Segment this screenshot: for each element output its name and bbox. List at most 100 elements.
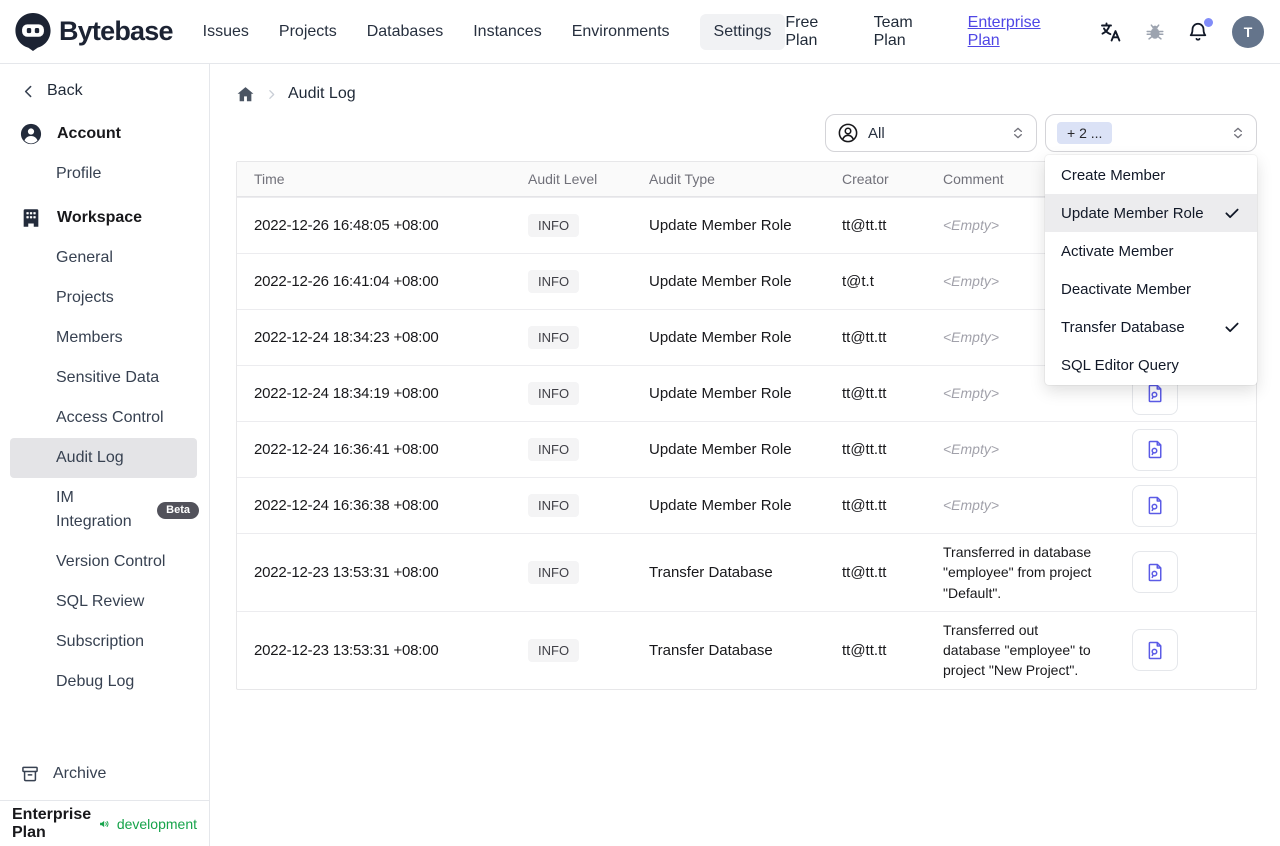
nav-link[interactable]: Instances: [473, 23, 541, 41]
translate-icon[interactable]: [1099, 20, 1123, 44]
sidebar-item[interactable]: General: [0, 238, 209, 278]
type-cell: Update Member Role: [649, 273, 792, 290]
plan-link[interactable]: Free Plan: [785, 14, 849, 50]
sidebar-item[interactable]: Version Control: [0, 542, 209, 582]
plan-bar: Enterprise Plan development: [0, 800, 209, 846]
audit-level-badge: INFO: [528, 214, 580, 237]
payload-cell: [1107, 423, 1256, 477]
type-cell: Update Member Role: [649, 329, 792, 346]
time-cell: 2022-12-24 18:34:19 +08:00: [254, 385, 439, 402]
audit-type-option[interactable]: SQL Editor Query: [1045, 346, 1257, 384]
time-cell: 2022-12-24 16:36:38 +08:00: [254, 497, 439, 514]
notifications-bell-icon[interactable]: [1187, 17, 1213, 43]
breadcrumb: Audit Log: [210, 64, 1280, 106]
nav-link[interactable]: Environments: [572, 23, 670, 41]
creator-filter-select[interactable]: All: [825, 114, 1037, 152]
home-icon[interactable]: [236, 85, 255, 104]
building-icon: [23, 209, 39, 227]
creator-cell: tt@tt.tt: [842, 441, 887, 458]
sidebar-item[interactable]: Subscription: [0, 622, 209, 662]
audit-type-option[interactable]: Update Member Role: [1045, 194, 1257, 232]
nav-link[interactable]: Projects: [279, 23, 337, 41]
payload-cell: [1107, 479, 1256, 533]
col-header-time: Time: [254, 171, 285, 187]
view-payload-button[interactable]: [1132, 484, 1178, 527]
app-window: Bytebase Issues Projects Databases Instance…: [0, 0, 1280, 846]
check-icon: [1225, 208, 1239, 219]
nav-icons: T: [1099, 15, 1264, 48]
audit-type-option[interactable]: Create Member: [1045, 156, 1257, 194]
type-cell: Update Member Role: [649, 385, 792, 402]
brand-logo[interactable]: Bytebase: [14, 12, 173, 52]
archive-icon: [22, 766, 38, 782]
back-label: Back: [47, 82, 83, 99]
sidebar-item[interactable]: Members: [0, 318, 209, 358]
sidebar-section-workspace: Workspace: [0, 198, 209, 238]
table-row: 2022-12-23 13:53:31 +08:00 INFO Transfer…: [237, 610, 1256, 689]
audit-type-option[interactable]: Deactivate Member: [1045, 270, 1257, 308]
type-cell: Update Member Role: [649, 217, 792, 234]
sidebar-item[interactable]: Sensitive Data: [0, 358, 209, 398]
time-cell: 2022-12-26 16:48:05 +08:00: [254, 217, 439, 234]
nav-link[interactable]: Databases: [367, 23, 444, 41]
audit-type-option[interactable]: Activate Member: [1045, 232, 1257, 270]
view-payload-button[interactable]: [1132, 428, 1178, 471]
back-button[interactable]: Back: [0, 64, 209, 110]
sidebar-item-archive[interactable]: Archive: [0, 754, 209, 794]
person-icon: [838, 123, 858, 143]
current-plan-label: Enterprise Plan: [12, 805, 92, 841]
updown-chevron-icon: [1014, 127, 1022, 139]
creator-cell: tt@tt.tt: [842, 217, 887, 234]
creator-cell: tt@tt.tt: [842, 641, 887, 659]
sidebar-item[interactable]: SQL Review: [0, 582, 209, 622]
document-search-icon: [1148, 641, 1161, 660]
level-cell: INFO: [511, 556, 632, 589]
bytebase-logo-icon: [15, 12, 51, 51]
audit-level-badge: INFO: [528, 382, 580, 405]
audit-level-badge: INFO: [528, 494, 580, 517]
chevron-right-icon: [269, 89, 275, 99]
creator-cell: tt@tt.tt: [842, 563, 887, 581]
avatar[interactable]: T: [1232, 15, 1264, 48]
nav-link[interactable]: Settings: [699, 13, 786, 50]
nav-right: Free Plan Team Plan Enterprise Plan T: [785, 14, 1264, 50]
sidebar-item[interactable]: Debug Log: [0, 662, 209, 702]
level-cell: INFO: [511, 321, 632, 354]
chevron-left-icon: [24, 85, 32, 97]
sidebar-item[interactable]: IM Integration Beta: [0, 478, 209, 542]
sidebar-section-account: Account: [0, 114, 209, 154]
sidebar-item[interactable]: Profile: [0, 154, 209, 194]
settings-sidebar: Back Account Profile Workspace General P…: [0, 64, 210, 846]
type-cell: Update Member Role: [649, 441, 792, 458]
time-cell: 2022-12-23 13:53:31 +08:00: [254, 563, 439, 581]
sidebar-item[interactable]: Projects: [0, 278, 209, 318]
time-cell: 2022-12-23 13:53:31 +08:00: [254, 641, 439, 659]
user-circle-icon: [20, 123, 42, 145]
col-header-creator: Creator: [842, 171, 889, 187]
plan-link[interactable]: Enterprise Plan: [968, 14, 1069, 50]
document-search-icon: [1148, 496, 1161, 515]
bug-report-icon[interactable]: [1144, 21, 1166, 43]
environment-label: development: [116, 815, 197, 832]
view-payload-button[interactable]: [1132, 551, 1178, 594]
nav-link[interactable]: Issues: [203, 23, 249, 41]
plan-link[interactable]: Team Plan: [874, 14, 944, 50]
time-cell: 2022-12-24 18:34:23 +08:00: [254, 329, 439, 346]
creator-cell: tt@tt.tt: [842, 385, 887, 402]
comment-cell: Transferred in database "employee" from …: [943, 544, 1092, 601]
audit-type-filter-select[interactable]: + 2 ...: [1045, 114, 1257, 152]
table-row: 2022-12-24 16:36:41 +08:00 INFO Update M…: [237, 421, 1256, 477]
view-payload-button[interactable]: [1132, 629, 1178, 672]
breadcrumb-current: Audit Log: [288, 85, 356, 102]
audit-level-badge: INFO: [528, 560, 580, 584]
check-icon: [1225, 322, 1239, 333]
top-nav: Bytebase Issues Projects Databases Instance…: [0, 0, 1280, 64]
creator-cell: t@t.t: [842, 273, 874, 290]
comment-cell: Transferred out database "employee" to p…: [943, 621, 1091, 679]
level-cell: INFO: [511, 209, 632, 242]
nav-links: Issues Projects Databases Instances Environm…: [203, 13, 786, 50]
sidebar-item[interactable]: Audit Log: [10, 438, 197, 478]
filter-toolbar: All + 2 ...: [210, 114, 1280, 152]
sidebar-item[interactable]: Access Control: [0, 398, 209, 438]
audit-type-option[interactable]: Transfer Database: [1045, 308, 1257, 346]
